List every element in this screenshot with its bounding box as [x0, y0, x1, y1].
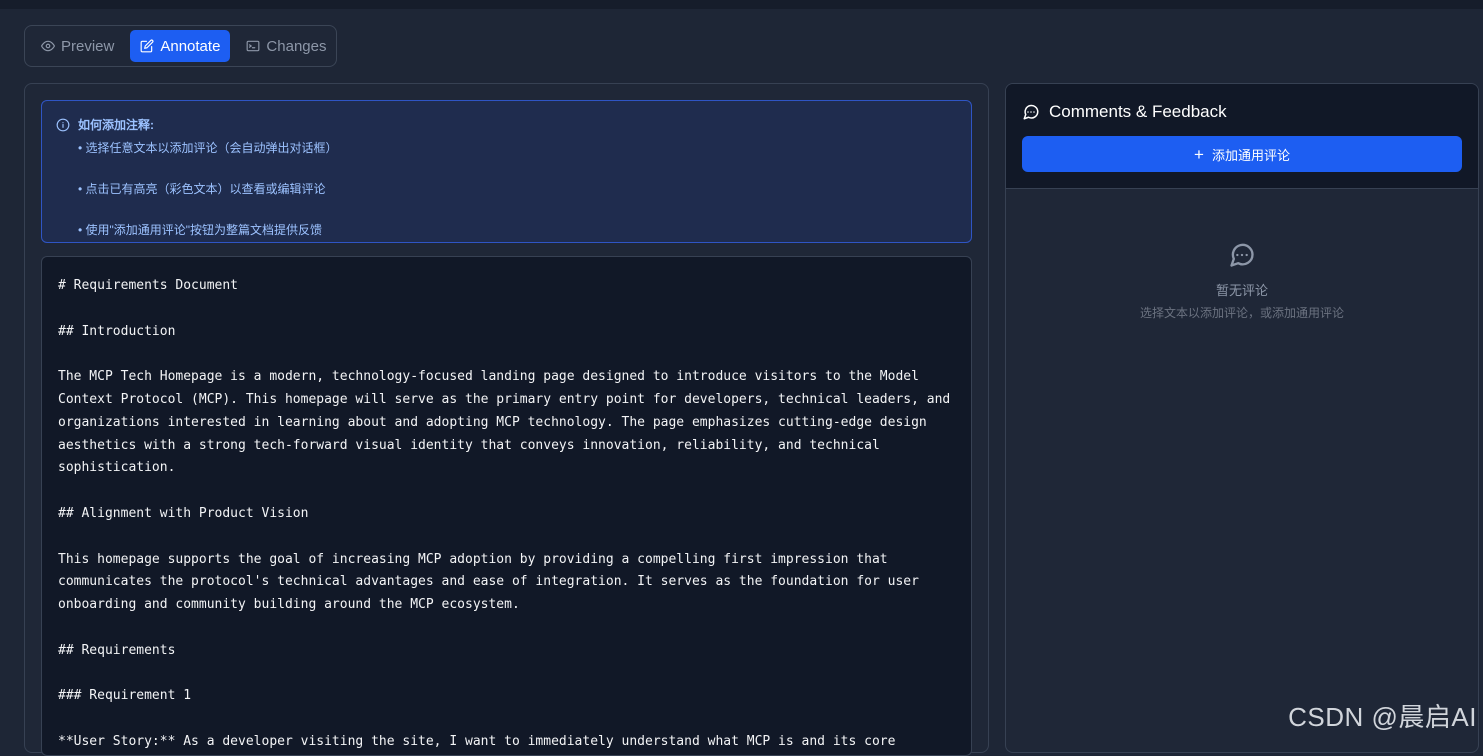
tab-preview-label: Preview: [61, 37, 115, 55]
tab-changes[interactable]: Changes: [236, 30, 336, 62]
watermark: CSDN @晨启AI: [1288, 702, 1477, 732]
top-strip: [0, 0, 1483, 9]
document-text-area[interactable]: # Requirements Document ## Introduction Th…: [41, 256, 972, 756]
annotation-help-box: 如何添加注释: • 选择任意文本以添加评论（会自动弹出对话框） • 点击已有高亮…: [41, 100, 972, 243]
tab-annotate-label: Annotate: [160, 37, 221, 55]
document-line: # Requirements Document: [58, 278, 239, 293]
comments-title: Comments & Feedback: [1049, 102, 1227, 121]
tab-changes-label: Changes: [266, 37, 327, 55]
terminal-icon: [247, 40, 260, 52]
document-panel: 如何添加注释: • 选择任意文本以添加评论（会自动弹出对话框） • 点击已有高亮…: [24, 83, 989, 756]
document-line: ## Alignment with Product Vision: [58, 505, 309, 521]
document-line: sophistication.: [58, 460, 176, 476]
eye-icon: [41, 40, 55, 52]
document-line: This homepage supports the goal of incre…: [58, 551, 888, 567]
document-line: Context Protocol (MCP). This homepage wi…: [58, 391, 951, 407]
document-line: onboarding and community building around…: [58, 597, 520, 613]
tab-annotate[interactable]: Annotate: [130, 30, 231, 62]
tab-preview[interactable]: Preview: [31, 30, 124, 62]
comments-title-row: Comments & Feedback: [1022, 102, 1462, 122]
comments-header: Comments & Feedback + 添加通用评论: [1006, 84, 1478, 189]
document-line: ## Introduction: [58, 323, 176, 339]
comments-panel: Comments & Feedback + 添加通用评论 暂无评论 选择文本以添…: [1005, 83, 1479, 753]
empty-comments-state: 暂无评论 选择文本以添加评论，或添加通用评论: [1006, 241, 1478, 321]
document-line: **User Story:** As a developer visiting …: [58, 733, 896, 749]
plus-icon: +: [1194, 144, 1204, 164]
empty-message-icon: [1006, 241, 1478, 274]
document-line: The MCP Tech Homepage is a modern, techn…: [58, 369, 919, 385]
help-title: 如何添加注释:: [78, 118, 154, 132]
document-line: ## Requirements: [58, 642, 176, 658]
document-line: organizations interested in learning abo…: [58, 414, 927, 430]
edit-icon: [140, 39, 154, 53]
info-icon: [56, 118, 70, 131]
document-line: communicates the protocol's technical ad…: [58, 574, 919, 590]
message-circle-icon: [1023, 104, 1039, 120]
add-general-comment-label: 添加通用评论: [1211, 147, 1290, 163]
document-line: ### Requirement 1: [58, 688, 192, 704]
help-item: • 选择任意文本以添加评论（会自动弹出对话框）: [78, 141, 338, 155]
help-list: • 选择任意文本以添加评论（会自动弹出对话框） • 点击已有高亮（彩色文本）以查…: [78, 139, 971, 238]
help-item: • 点击已有高亮（彩色文本）以查看或编辑评论: [78, 182, 326, 196]
document-line: aesthetics with a strong tech-forward vi…: [58, 437, 880, 453]
empty-comments-title: 暂无评论: [1215, 283, 1268, 298]
empty-comments-subtitle: 选择文本以添加评论，或添加通用评论: [1139, 306, 1344, 320]
view-tab-bar: Preview Annotate Changes: [24, 25, 337, 67]
add-general-comment-button[interactable]: + 添加通用评论: [1022, 136, 1462, 172]
help-title-row: 如何添加注释:: [56, 116, 971, 133]
help-item: • 使用"添加通用评论"按钮为整篇文档提供反馈: [78, 223, 323, 237]
